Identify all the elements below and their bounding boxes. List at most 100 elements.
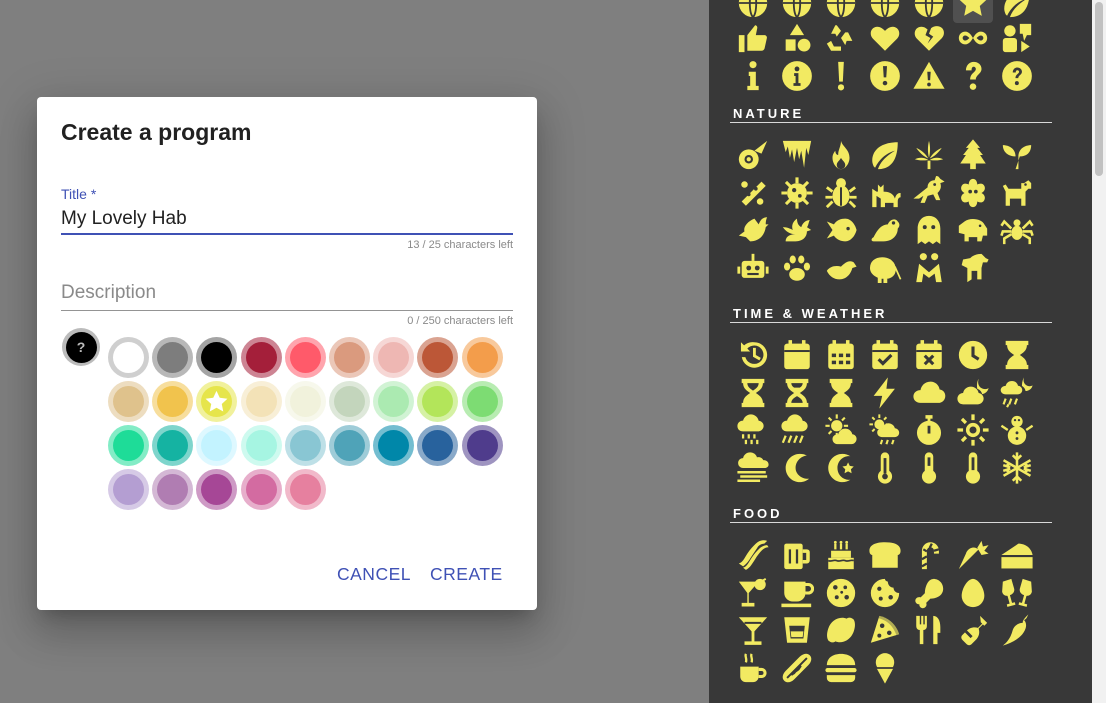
color-swatch[interactable] — [329, 381, 370, 422]
color-swatch[interactable] — [284, 469, 326, 510]
ghost-icon[interactable] — [907, 210, 951, 250]
thermometer-half-icon[interactable] — [907, 448, 951, 488]
cloud-showers-icon[interactable] — [731, 410, 775, 450]
thermometer-low-icon[interactable] — [951, 448, 995, 488]
color-swatch[interactable] — [196, 469, 238, 510]
color-swatch[interactable] — [108, 425, 149, 466]
color-swatch[interactable] — [284, 337, 326, 378]
smog-icon[interactable] — [731, 448, 775, 488]
moon-icon[interactable] — [775, 448, 819, 488]
horse-icon[interactable] — [951, 248, 995, 288]
color-swatch[interactable] — [152, 425, 194, 466]
color-swatch[interactable] — [108, 337, 149, 378]
dove-icon[interactable] — [731, 210, 775, 250]
color-swatch[interactable] — [329, 337, 370, 378]
spider-cell-icon[interactable] — [951, 173, 995, 213]
color-swatch[interactable] — [461, 425, 503, 466]
color-swatch[interactable] — [240, 469, 282, 510]
color-swatch[interactable] — [108, 381, 149, 422]
beer-icon[interactable] — [775, 535, 819, 575]
color-swatch[interactable] — [152, 337, 194, 378]
scrollbar-thumb[interactable] — [1095, 2, 1103, 176]
cloud-rain-icon[interactable] — [775, 410, 819, 450]
cloud-sun-icon[interactable] — [819, 410, 863, 450]
cookie-bite-icon[interactable] — [863, 573, 907, 613]
bacteria-icon[interactable] — [731, 173, 775, 213]
color-swatch[interactable] — [373, 381, 415, 422]
pepper-icon[interactable] — [995, 610, 1039, 650]
exclamation-circle-icon[interactable] — [863, 56, 907, 96]
question-circle-icon[interactable] — [995, 56, 1039, 96]
thermometer-full-icon[interactable] — [863, 448, 907, 488]
whiskey-icon[interactable] — [775, 610, 819, 650]
robot-icon[interactable] — [731, 248, 775, 288]
panel-scrollbar[interactable] — [1092, 0, 1106, 703]
snowman-icon[interactable] — [995, 410, 1039, 450]
history-icon[interactable] — [731, 335, 775, 375]
dog-icon[interactable] — [995, 173, 1039, 213]
color-swatch[interactable] — [240, 425, 282, 466]
exclamation-icon[interactable] — [819, 56, 863, 96]
hamburger-icon[interactable] — [819, 648, 863, 688]
bug-icon[interactable] — [819, 173, 863, 213]
lemon-icon[interactable] — [819, 610, 863, 650]
bolt-icon[interactable] — [863, 373, 907, 413]
thumbs-up-icon[interactable] — [731, 18, 775, 58]
carrot-icon[interactable] — [951, 535, 995, 575]
color-swatch[interactable] — [196, 381, 238, 422]
cookie-icon[interactable] — [819, 573, 863, 613]
egg-icon[interactable] — [951, 573, 995, 613]
candy-cane-icon[interactable] — [907, 535, 951, 575]
cheese-icon[interactable] — [995, 535, 1039, 575]
coffee-icon[interactable] — [775, 573, 819, 613]
frog-icon[interactable] — [863, 210, 907, 250]
hotdog-icon[interactable] — [775, 648, 819, 688]
ice-cream-icon[interactable] — [863, 648, 907, 688]
color-swatch[interactable] — [108, 469, 149, 510]
hourglass-start-icon[interactable] — [731, 373, 775, 413]
people-hugging-icon[interactable] — [907, 248, 951, 288]
color-swatch[interactable] — [417, 381, 459, 422]
color-swatch[interactable] — [284, 381, 326, 422]
calendar-days-icon[interactable] — [819, 335, 863, 375]
martini-icon[interactable] — [731, 610, 775, 650]
cannabis-icon[interactable] — [907, 135, 951, 175]
color-swatch[interactable] — [152, 469, 194, 510]
leaf-icon[interactable] — [863, 135, 907, 175]
info-icon[interactable] — [731, 56, 775, 96]
cat-icon[interactable] — [863, 173, 907, 213]
color-swatch[interactable] — [196, 337, 238, 378]
dragon-icon[interactable] — [775, 210, 819, 250]
drumstick-icon[interactable] — [907, 573, 951, 613]
clock-icon[interactable] — [951, 335, 995, 375]
fire-icon[interactable] — [819, 135, 863, 175]
color-swatch[interactable] — [417, 425, 459, 466]
calendar-xmark-icon[interactable] — [907, 335, 951, 375]
color-swatch[interactable] — [196, 425, 238, 466]
bacon-icon[interactable] — [731, 535, 775, 575]
color-swatch[interactable] — [373, 425, 415, 466]
glass-cheers-icon[interactable] — [995, 573, 1039, 613]
sun-icon[interactable] — [951, 410, 995, 450]
paw-icon[interactable] — [775, 248, 819, 288]
hippo-icon[interactable] — [951, 210, 995, 250]
kiwi-icon[interactable] — [863, 248, 907, 288]
selected-icon-preview[interactable]: ? — [62, 328, 100, 366]
question-icon[interactable] — [951, 56, 995, 96]
hourglass-full-icon[interactable] — [995, 335, 1039, 375]
color-swatch[interactable] — [373, 337, 415, 378]
shapes-icon[interactable] — [775, 18, 819, 58]
hourglass-end-icon[interactable] — [819, 373, 863, 413]
color-swatch[interactable] — [240, 381, 282, 422]
create-button[interactable]: CREATE — [430, 560, 503, 589]
mug-hot-icon[interactable] — [731, 648, 775, 688]
heart-icon[interactable] — [863, 18, 907, 58]
snowflake-icon[interactable] — [995, 448, 1039, 488]
color-swatch[interactable] — [461, 381, 503, 422]
description-input[interactable] — [61, 275, 513, 311]
cloud-moon-icon[interactable] — [951, 373, 995, 413]
spider-icon[interactable] — [995, 210, 1039, 250]
fish-icon[interactable] — [819, 210, 863, 250]
otter-icon[interactable] — [819, 248, 863, 288]
warning-icon[interactable] — [907, 56, 951, 96]
